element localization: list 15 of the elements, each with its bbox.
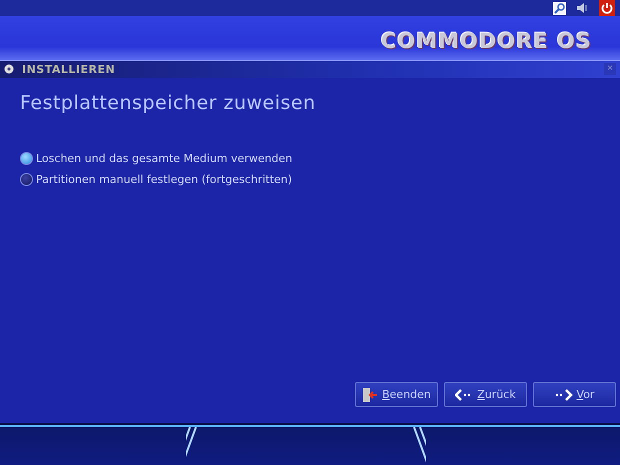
radio-button[interactable] bbox=[20, 172, 33, 186]
option-label[interactable]: Partitionen manuell festlegen (fortgeschritten) bbox=[36, 172, 292, 186]
radio-button[interactable] bbox=[20, 152, 33, 165]
power-icon[interactable] bbox=[599, 0, 615, 16]
right-arrow-icon bbox=[554, 388, 573, 400]
window-title: INSTALLIEREN bbox=[22, 62, 116, 76]
page-heading: Festplattenspeicher zuweisen bbox=[20, 92, 317, 114]
back-button[interactable]: Zurück bbox=[444, 382, 527, 407]
next-button[interactable]: Vor bbox=[533, 382, 616, 407]
option-label[interactable]: Loschen und das gesamte Medium verwenden bbox=[36, 152, 292, 165]
logo: COMMODORE OS bbox=[381, 28, 592, 53]
disc-icon bbox=[4, 64, 14, 74]
exit-door-icon bbox=[362, 388, 378, 402]
search-icon[interactable] bbox=[552, 2, 566, 14]
quit-button[interactable]: Beenden bbox=[355, 382, 438, 407]
